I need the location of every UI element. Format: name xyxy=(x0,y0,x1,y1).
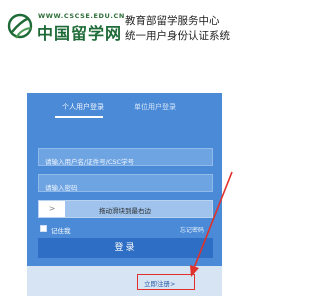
password-input[interactable] xyxy=(39,180,212,196)
header: WWW.CSCSE.EDU.CN 中国留学网 教育部留学服务中心 统一用户身份认… xyxy=(0,0,243,64)
login-panel: 个人用户登录 单位用户登录 > 拖动滑块到最右边 记住我 忘记密码 登录 xyxy=(27,93,222,266)
tab-unit-login[interactable]: 单位用户登录 xyxy=(134,102,176,112)
username-input[interactable] xyxy=(39,154,212,170)
slider-captcha[interactable]: > 拖动滑块到最右边 xyxy=(38,200,213,218)
register-highlight-box: 立即注册> xyxy=(137,274,195,290)
register-link[interactable]: 立即注册> xyxy=(144,278,175,288)
remember-checkbox[interactable] xyxy=(40,225,47,232)
forgot-password-link[interactable]: 忘记密码 xyxy=(180,225,204,234)
org-name: 教育部留学服务中心 xyxy=(125,15,220,27)
slider-hint: 拖动滑块到最右边 xyxy=(99,207,151,215)
tab-personal-login[interactable]: 个人用户登录 xyxy=(62,102,104,112)
remember-label: 记住我 xyxy=(51,227,71,235)
password-field[interactable] xyxy=(38,174,213,196)
remember-me[interactable]: 记住我 xyxy=(40,224,100,235)
active-tab-indicator xyxy=(55,116,103,118)
site-url: WWW.CSCSE.EDU.CN xyxy=(38,12,125,20)
system-name: 统一用户身份认证系统 xyxy=(125,30,230,42)
footer: 立即注册> xyxy=(27,266,222,296)
slider-arrow-icon[interactable]: > xyxy=(39,201,65,217)
username-field[interactable] xyxy=(38,148,213,170)
site-name: 中国留学网 xyxy=(37,24,123,43)
login-button[interactable]: 登录 xyxy=(38,238,213,258)
logo-icon xyxy=(7,13,33,39)
login-tabs: 个人用户登录 单位用户登录 xyxy=(27,93,222,119)
